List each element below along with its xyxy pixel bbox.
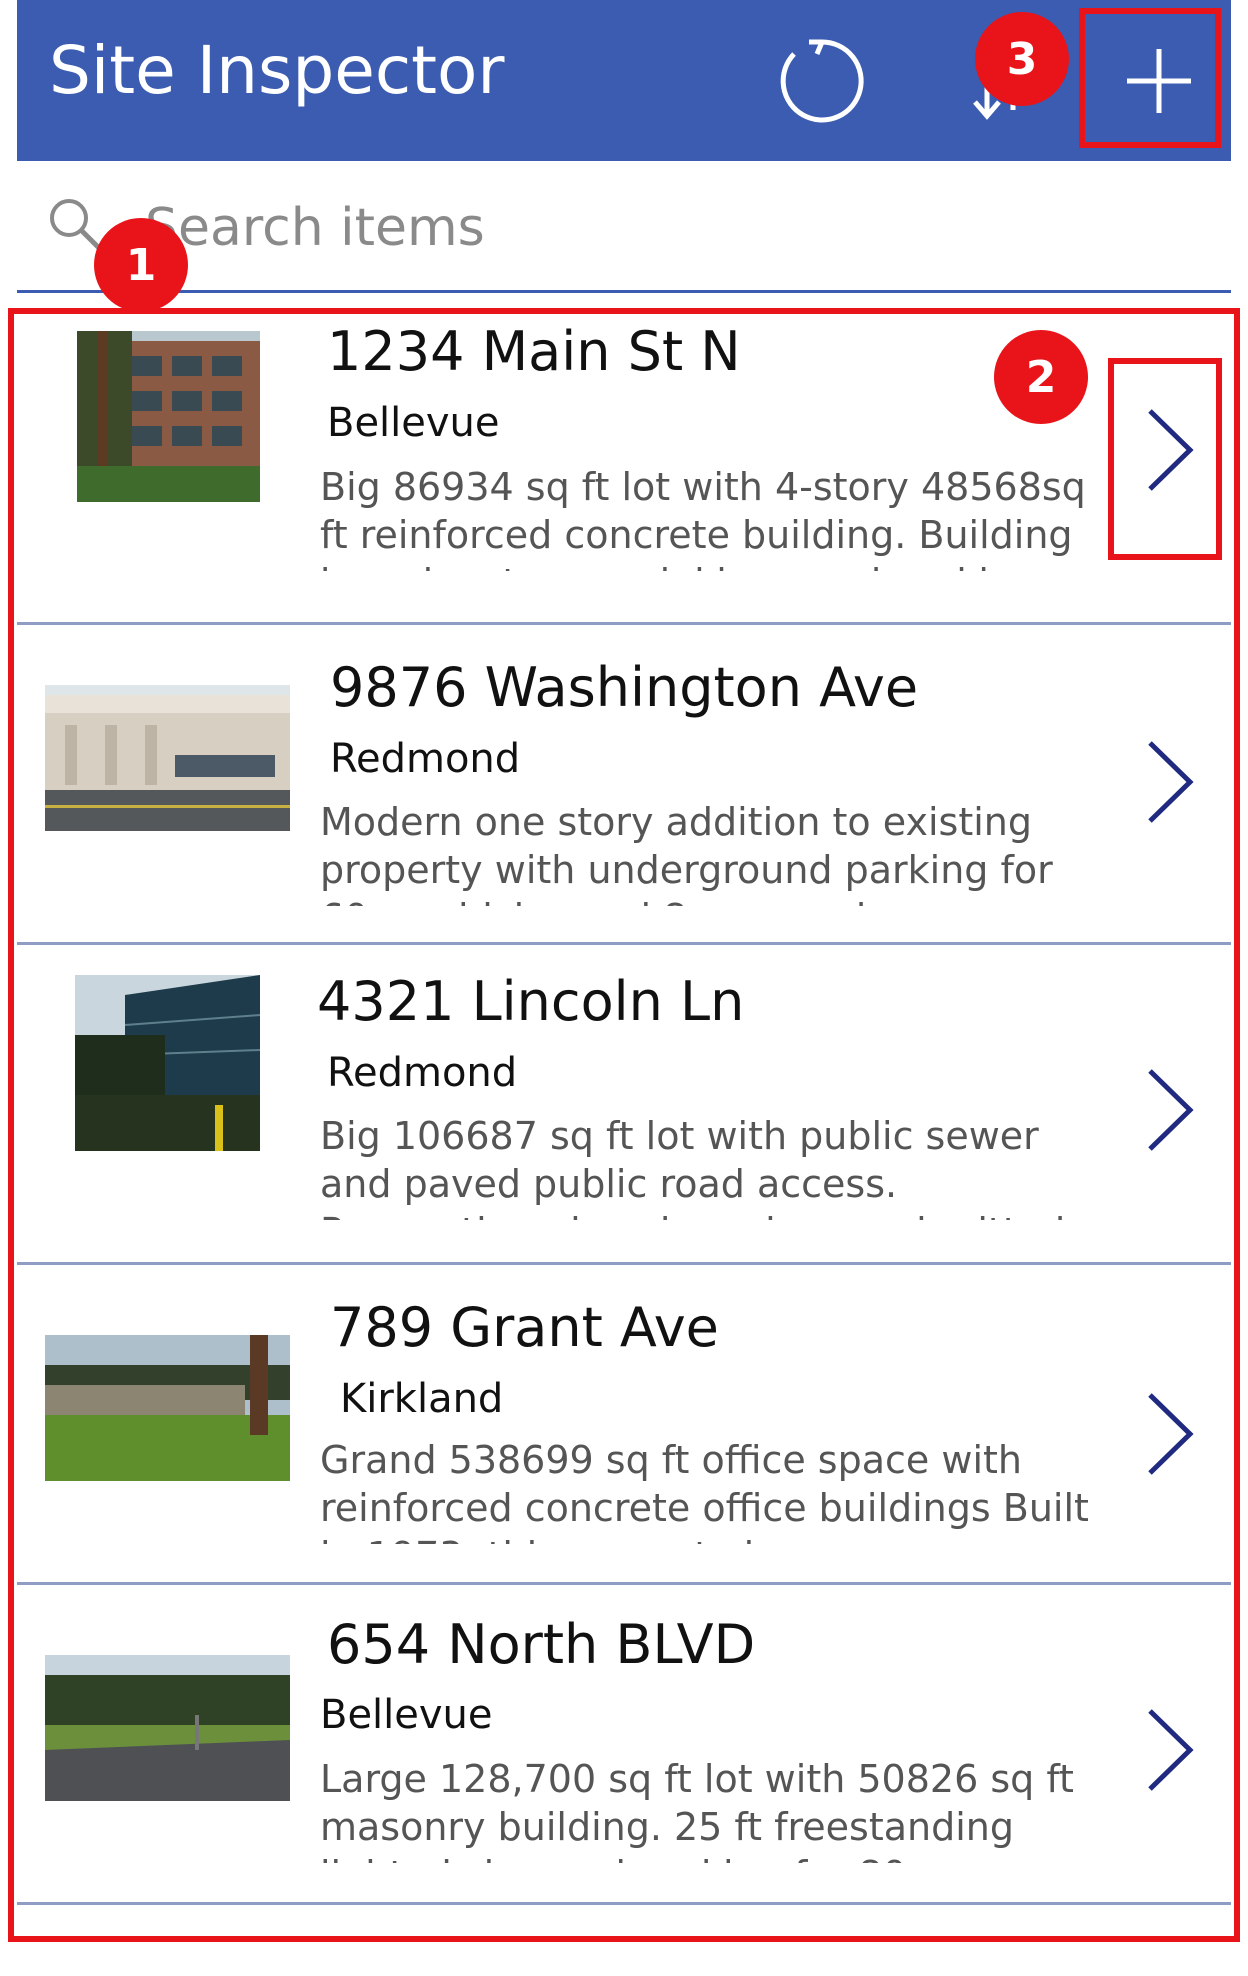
item-city: Kirkland (340, 1376, 504, 1422)
gallery-item[interactable]: 789 Grant Ave Kirkland Grand 538699 sq f… (17, 1265, 1231, 1585)
add-item-button[interactable] (1087, 0, 1231, 161)
item-address: 789 Grant Ave (330, 1296, 719, 1359)
item-city: Redmond (327, 1050, 518, 1096)
item-city: Bellevue (320, 1692, 493, 1738)
site-photo (45, 1655, 290, 1801)
app-title: Site Inspector (49, 32, 505, 109)
plus-icon (1127, 48, 1191, 113)
search-input[interactable] (145, 188, 1185, 268)
app-header: Site Inspector (17, 0, 1231, 161)
item-address: 654 North BLVD (327, 1613, 756, 1676)
item-city: Bellevue (327, 400, 500, 446)
item-address: 4321 Lincoln Ln (317, 970, 745, 1033)
chevron-right-icon[interactable] (1140, 1389, 1200, 1479)
site-photo (45, 1335, 290, 1481)
item-description: Modern one story addition to existing pr… (320, 800, 1053, 906)
gallery-item[interactable]: 654 North BLVD Bellevue Large 128,700 sq… (17, 1585, 1231, 1905)
item-address: 1234 Main St N (327, 320, 741, 383)
sort-button[interactable] (947, 0, 1057, 161)
site-photo (75, 975, 260, 1151)
gallery-item[interactable]: 4321 Lincoln Ln Redmond Big 106687 sq ft… (17, 945, 1231, 1265)
search-icon (50, 199, 103, 252)
site-photo (77, 331, 260, 502)
gallery-item[interactable]: 1234 Main St N Bellevue Big 86934 sq ft … (17, 305, 1231, 625)
chevron-right-icon[interactable] (1140, 737, 1200, 827)
item-description: Large 128,700 sq ft lot with 50826 sq ft… (320, 1757, 1074, 1863)
item-city: Redmond (330, 736, 521, 782)
site-gallery: 1234 Main St N Bellevue Big 86934 sq ft … (17, 305, 1231, 1935)
refresh-button[interactable] (757, 0, 887, 161)
item-address: 9876 Washington Ave (330, 656, 919, 719)
chevron-right-icon[interactable] (1140, 405, 1200, 495)
item-description: Grand 538699 sq ft office space with rei… (320, 1438, 1089, 1544)
refresh-icon (780, 38, 864, 122)
search-bar (17, 170, 1231, 293)
site-photo (45, 685, 290, 831)
gallery-item[interactable]: 9876 Washington Ave Redmond Modern one s… (17, 625, 1231, 945)
item-description: Big 106687 sq ft lot with public sewer a… (320, 1114, 1065, 1220)
chevron-right-icon[interactable] (1140, 1065, 1200, 1155)
chevron-right-icon[interactable] (1140, 1705, 1200, 1795)
sort-icon (973, 45, 1027, 120)
item-description: Big 86934 sq ft lot with 4-story 48568sq… (320, 465, 1086, 571)
